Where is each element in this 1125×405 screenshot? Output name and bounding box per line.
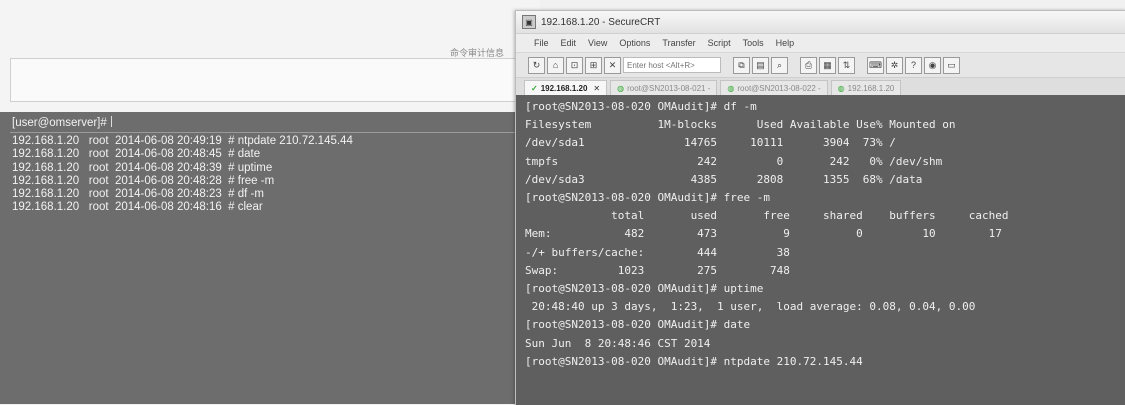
terminal-line: [root@SN2013-08-020 OMAudit]# ntpdate 21… <box>525 354 863 368</box>
terminal-line: /dev/sda3 4385 2808 1355 68% /data <box>525 172 923 186</box>
audit-record: 192.168.1.20 root 2014-06-08 20:48:45 # … <box>0 148 540 161</box>
connect-tab-icon[interactable]: ⊡ <box>566 56 583 74</box>
audit-record-cmd: # ntpdate 210.72.145.44 <box>228 135 353 148</box>
terminal-line: Sun Jun 8 20:48:46 CST 2014 <box>525 336 711 350</box>
audit-record-cmd: # clear <box>228 201 263 214</box>
menu-help[interactable]: Help <box>776 38 795 48</box>
terminal-line: [root@SN2013-08-020 OMAudit]# date <box>525 318 751 332</box>
audit-filter-box[interactable] <box>10 58 522 102</box>
securecrt-app-icon: ▣ <box>522 15 536 29</box>
menu-script[interactable]: Script <box>708 38 731 48</box>
terminal-line: Mem: 482 473 9 0 10 17 <box>525 227 1002 241</box>
help-icon[interactable]: ? <box>905 56 922 74</box>
terminal-line: Swap: 1023 275 748 <box>525 263 790 277</box>
audit-record-time: 2014-06-08 20:48:16 <box>114 201 222 214</box>
audit-record-host: 192.168.1.20 <box>12 135 80 148</box>
menu-edit[interactable]: Edit <box>561 38 577 48</box>
audit-record-user: root <box>88 174 109 187</box>
session-tab[interactable]: ◍ root@SN2013-08-021 - <box>610 80 718 96</box>
terminal-line: -/+ buffers/cache: 444 38 <box>525 245 790 259</box>
menu-tools[interactable]: Tools <box>743 38 764 48</box>
audit-record-user: root <box>88 188 109 201</box>
reconnect-icon[interactable]: ⊞ <box>585 56 602 74</box>
audit-header-area: 命令审计信息 <box>0 0 540 112</box>
session-icon: ◍ <box>837 84 845 93</box>
connected-icon: ✓ <box>531 84 538 93</box>
terminal-line: tmpfs 242 0 242 0% /dev/shm <box>525 154 943 168</box>
audit-terminal[interactable]: [user@omserver]# 192.168.1.20 root 2014-… <box>0 112 540 404</box>
audit-record-host: 192.168.1.20 <box>12 201 80 214</box>
copy-icon[interactable]: ⧉ <box>733 56 750 74</box>
audit-record: 192.168.1.20 root 2014-06-08 20:48:16 # … <box>0 201 540 214</box>
audit-record-user: root <box>88 201 109 214</box>
session-tab[interactable]: ✓ 192.168.1.20 ✕ <box>524 80 608 96</box>
audit-record-host: 192.168.1.20 <box>12 174 80 187</box>
audit-record: 192.168.1.20 root 2014-06-08 20:48:28 # … <box>0 175 540 188</box>
close-tab-icon[interactable]: ✕ <box>593 84 600 93</box>
audit-prompt-line: [user@omserver]# <box>0 112 540 130</box>
web-icon[interactable]: ◉ <box>924 56 941 74</box>
terminal-line: Filesystem 1M-blocks Used Available Use%… <box>525 118 956 132</box>
terminal-line: [root@SN2013-08-020 OMAudit]# uptime <box>525 282 764 296</box>
connect-icon[interactable]: ↻ <box>528 56 545 74</box>
audit-record-cmd: # free -m <box>228 174 275 187</box>
sftp-icon[interactable]: ⇅ <box>838 56 855 74</box>
host-input[interactable] <box>623 57 721 73</box>
keymap-icon[interactable]: ⌨ <box>867 56 884 74</box>
disconnect-icon[interactable]: ✕ <box>604 56 621 74</box>
terminal-line: 20:48:40 up 3 days, 1:23, 1 user, load a… <box>525 300 976 314</box>
audit-record: 192.168.1.20 root 2014-06-08 20:48:23 # … <box>0 188 540 201</box>
session-tab-label: 192.168.1.20 <box>540 84 588 93</box>
audit-record-host: 192.168.1.20 <box>12 161 80 174</box>
audit-record-user: root <box>88 148 109 161</box>
session-terminal[interactable]: [root@SN2013-08-020 OMAudit]# df -m Files… <box>516 95 1125 405</box>
audit-record-time: 2014-06-08 20:49:19 <box>114 135 222 148</box>
session-icon: ◍ <box>727 84 735 93</box>
terminal-line: [root@SN2013-08-020 OMAudit]# df -m <box>525 100 757 113</box>
menu-bar: File Edit View Options Transfer Script Tools He… <box>516 33 1125 52</box>
audit-record-cmd: # uptime <box>228 161 273 174</box>
session-tab-label: root@SN2013-08-021 - <box>627 84 711 93</box>
audit-divider <box>10 132 530 134</box>
audit-prompt: [user@omserver]# <box>12 117 107 129</box>
terminal-line: [root@SN2013-08-020 OMAudit]# free -m <box>525 191 771 205</box>
audit-record-list: 192.168.1.20 root 2014-06-08 20:49:19 # … <box>0 135 540 214</box>
audit-record-user: root <box>88 135 109 148</box>
audit-record-cmd: # df -m <box>228 188 264 201</box>
audit-record-host: 192.168.1.20 <box>12 148 80 161</box>
securecrt-window: ▣ 192.168.1.20 - SecureCRT File Edit View O… <box>515 10 1125 405</box>
menu-transfer[interactable]: Transfer <box>662 38 695 48</box>
audit-record-time: 2014-06-08 20:48:23 <box>114 188 222 201</box>
window-titlebar[interactable]: ▣ 192.168.1.20 - SecureCRT <box>516 11 1125 33</box>
screen-icon[interactable]: ▭ <box>943 56 960 74</box>
session-tab-label: root@SN2013-08-022 - <box>737 84 821 93</box>
terminal-line: total used free shared buffers cached <box>525 209 1009 223</box>
settings-icon[interactable]: ✲ <box>886 56 903 74</box>
session-tab-label: 192.168.1.20 <box>847 84 895 93</box>
menu-view[interactable]: View <box>588 38 607 48</box>
audit-record-time: 2014-06-08 20:48:28 <box>114 174 222 187</box>
audit-record-host: 192.168.1.20 <box>12 188 80 201</box>
terminal-line: /dev/sda1 14765 10111 3904 73% / <box>525 136 896 150</box>
window-title: 192.168.1.20 - SecureCRT <box>541 16 661 28</box>
audit-record: 192.168.1.20 root 2014-06-08 20:48:39 # … <box>0 162 540 175</box>
audit-record-time: 2014-06-08 20:48:45 <box>114 148 222 161</box>
paste-icon[interactable]: ▤ <box>752 56 769 74</box>
cursor-caret <box>110 116 112 127</box>
session-icon: ◍ <box>617 84 625 93</box>
print-icon[interactable]: ⎙ <box>800 56 817 74</box>
session-tab[interactable]: ◍ root@SN2013-08-022 - <box>720 80 828 96</box>
toolbar: ↻ ⌂ ⊡ ⊞ ✕ ⧉ ▤ ⌕ ⎙ ▦ ⇅ ⌨ ✲ ? ◉ ▭ <box>516 52 1125 78</box>
session-options-icon[interactable]: ▦ <box>819 56 836 74</box>
audit-record-user: root <box>88 161 109 174</box>
menu-options[interactable]: Options <box>619 38 650 48</box>
quick-connect-icon[interactable]: ⌂ <box>547 56 564 74</box>
audit-record-time: 2014-06-08 20:48:39 <box>114 161 222 174</box>
audit-record-cmd: # date <box>228 148 261 161</box>
find-icon[interactable]: ⌕ <box>771 56 788 74</box>
session-tab[interactable]: ◍ 192.168.1.20 <box>830 80 902 96</box>
audit-record: 192.168.1.20 root 2014-06-08 20:49:19 # … <box>0 135 540 148</box>
menu-file[interactable]: File <box>534 38 549 48</box>
